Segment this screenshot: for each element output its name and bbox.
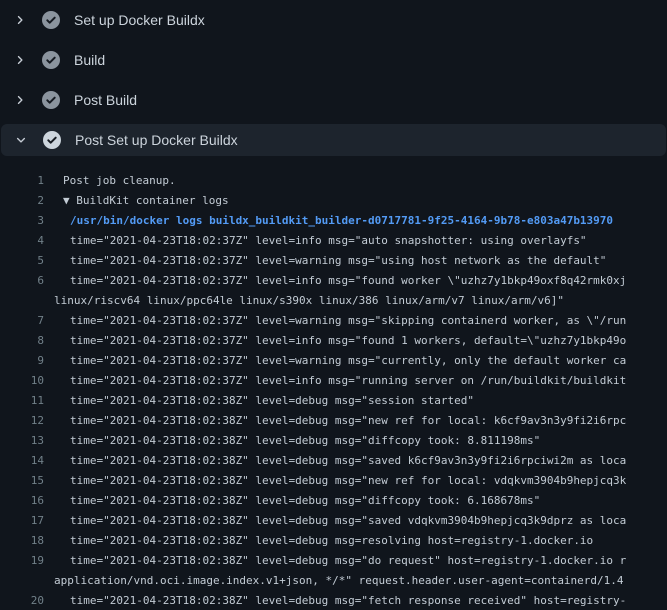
step-list: Set up Docker Buildx Build Post Build Po… bbox=[0, 0, 667, 156]
line-number[interactable]: 10 bbox=[0, 374, 44, 387]
step-label: Set up Docker Buildx bbox=[74, 12, 205, 28]
log-line: 13 time="2021-04-23T18:02:38Z" level=deb… bbox=[0, 430, 667, 450]
log-line-text: time="2021-04-23T18:02:37Z" level=warnin… bbox=[70, 254, 606, 267]
log-line-text: time="2021-04-23T18:02:38Z" level=debug … bbox=[70, 474, 626, 487]
log-line-text: time="2021-04-23T18:02:37Z" level=info m… bbox=[70, 374, 626, 387]
log-line-text: time="2021-04-23T18:02:38Z" level=debug … bbox=[70, 454, 626, 467]
log-line-text: BuildKit container logs bbox=[76, 194, 228, 207]
step-row[interactable]: Post Set up Docker Buildx bbox=[1, 124, 666, 156]
log-line-text: time="2021-04-23T18:02:38Z" level=debug … bbox=[70, 514, 626, 527]
log-line: 15 time="2021-04-23T18:02:38Z" level=deb… bbox=[0, 470, 667, 490]
log-line-text: time="2021-04-23T18:02:38Z" level=debug … bbox=[70, 434, 540, 447]
log-line: 4 time="2021-04-23T18:02:37Z" level=info… bbox=[0, 230, 667, 250]
log-line: 11 time="2021-04-23T18:02:38Z" level=deb… bbox=[0, 390, 667, 410]
line-number[interactable]: 2 bbox=[0, 194, 44, 207]
log-line-text: time="2021-04-23T18:02:38Z" level=debug … bbox=[70, 494, 540, 507]
step-label: Post Set up Docker Buildx bbox=[75, 132, 238, 148]
line-number[interactable]: 4 bbox=[0, 234, 44, 247]
log-line: 7 time="2021-04-23T18:02:37Z" level=warn… bbox=[0, 310, 667, 330]
check-circle-icon bbox=[42, 11, 60, 29]
line-number[interactable]: 7 bbox=[0, 314, 44, 327]
log-line-text: time="2021-04-23T18:02:37Z" level=info m… bbox=[70, 234, 587, 247]
chevron-right-icon[interactable] bbox=[12, 92, 28, 108]
log-line: 5 time="2021-04-23T18:02:37Z" level=warn… bbox=[0, 250, 667, 270]
log-line-text: /usr/bin/docker logs buildx_buildkit_bui… bbox=[70, 214, 613, 227]
log-line: 8 time="2021-04-23T18:02:37Z" level=info… bbox=[0, 330, 667, 350]
log-line: 1 Post job cleanup. bbox=[0, 170, 667, 190]
log-line: linux/riscv64 linux/ppc64le linux/s390x … bbox=[0, 290, 667, 310]
check-circle-icon bbox=[42, 91, 60, 109]
step-row[interactable]: Set up Docker Buildx bbox=[0, 0, 667, 40]
step-row[interactable]: Build bbox=[0, 40, 667, 80]
line-number[interactable]: 20 bbox=[0, 594, 44, 607]
log-line-text: time="2021-04-23T18:02:37Z" level=warnin… bbox=[70, 354, 626, 367]
line-number[interactable]: 14 bbox=[0, 454, 44, 467]
line-number[interactable]: 18 bbox=[0, 534, 44, 547]
log-line-text: time="2021-04-23T18:02:37Z" level=warnin… bbox=[70, 314, 626, 327]
line-number[interactable]: 19 bbox=[0, 554, 44, 567]
log-line: 6 time="2021-04-23T18:02:37Z" level=info… bbox=[0, 270, 667, 290]
step-label: Post Build bbox=[74, 92, 137, 108]
step-row[interactable]: Post Build bbox=[0, 80, 667, 120]
line-number[interactable]: 9 bbox=[0, 354, 44, 367]
log-viewer: 1 Post job cleanup. 2 ▼ BuildKit contain… bbox=[0, 170, 667, 610]
line-number[interactable]: 12 bbox=[0, 414, 44, 427]
line-number[interactable]: 6 bbox=[0, 274, 44, 287]
line-number[interactable]: 11 bbox=[0, 394, 44, 407]
log-line: application/vnd.oci.image.index.v1+json,… bbox=[0, 570, 667, 590]
step-label: Build bbox=[74, 52, 105, 68]
line-number[interactable]: 17 bbox=[0, 514, 44, 527]
log-line: 9 time="2021-04-23T18:02:37Z" level=warn… bbox=[0, 350, 667, 370]
chevron-right-icon[interactable] bbox=[12, 12, 28, 28]
log-line-text: time="2021-04-23T18:02:38Z" level=debug … bbox=[70, 414, 626, 427]
line-number[interactable]: 13 bbox=[0, 434, 44, 447]
log-line: 3 /usr/bin/docker logs buildx_buildkit_b… bbox=[0, 210, 667, 230]
line-number[interactable]: 15 bbox=[0, 474, 44, 487]
group-toggle-icon[interactable]: ▼ bbox=[63, 194, 76, 207]
log-line-text: Post job cleanup. bbox=[63, 174, 176, 187]
log-line-text: linux/riscv64 linux/ppc64le linux/s390x … bbox=[54, 294, 564, 307]
log-line-text: time="2021-04-23T18:02:38Z" level=debug … bbox=[70, 394, 474, 407]
log-line: 20 time="2021-04-23T18:02:38Z" level=deb… bbox=[0, 590, 667, 610]
log-line: 10 time="2021-04-23T18:02:37Z" level=inf… bbox=[0, 370, 667, 390]
log-line: 2 ▼ BuildKit container logs bbox=[0, 190, 667, 210]
log-line-text: time="2021-04-23T18:02:38Z" level=debug … bbox=[70, 554, 626, 567]
log-line: 12 time="2021-04-23T18:02:38Z" level=deb… bbox=[0, 410, 667, 430]
log-line-text: time="2021-04-23T18:02:37Z" level=info m… bbox=[70, 334, 626, 347]
line-number[interactable]: 1 bbox=[0, 174, 44, 187]
log-line: 18 time="2021-04-23T18:02:38Z" level=deb… bbox=[0, 530, 667, 550]
log-line: 14 time="2021-04-23T18:02:38Z" level=deb… bbox=[0, 450, 667, 470]
log-line: 17 time="2021-04-23T18:02:38Z" level=deb… bbox=[0, 510, 667, 530]
chevron-right-icon[interactable] bbox=[12, 52, 28, 68]
check-circle-icon bbox=[42, 51, 60, 69]
line-number[interactable]: 3 bbox=[0, 214, 44, 227]
line-number[interactable]: 16 bbox=[0, 494, 44, 507]
log-line-text: time="2021-04-23T18:02:38Z" level=debug … bbox=[70, 534, 593, 547]
log-line: 19 time="2021-04-23T18:02:38Z" level=deb… bbox=[0, 550, 667, 570]
line-number[interactable]: 8 bbox=[0, 334, 44, 347]
log-line-text: time="2021-04-23T18:02:38Z" level=debug … bbox=[70, 594, 626, 607]
line-number[interactable]: 5 bbox=[0, 254, 44, 267]
log-line: 16 time="2021-04-23T18:02:38Z" level=deb… bbox=[0, 490, 667, 510]
log-line-text: time="2021-04-23T18:02:37Z" level=info m… bbox=[70, 274, 626, 287]
check-circle-icon bbox=[43, 131, 61, 149]
chevron-down-icon[interactable] bbox=[13, 132, 29, 148]
log-line-text: application/vnd.oci.image.index.v1+json,… bbox=[54, 574, 624, 587]
